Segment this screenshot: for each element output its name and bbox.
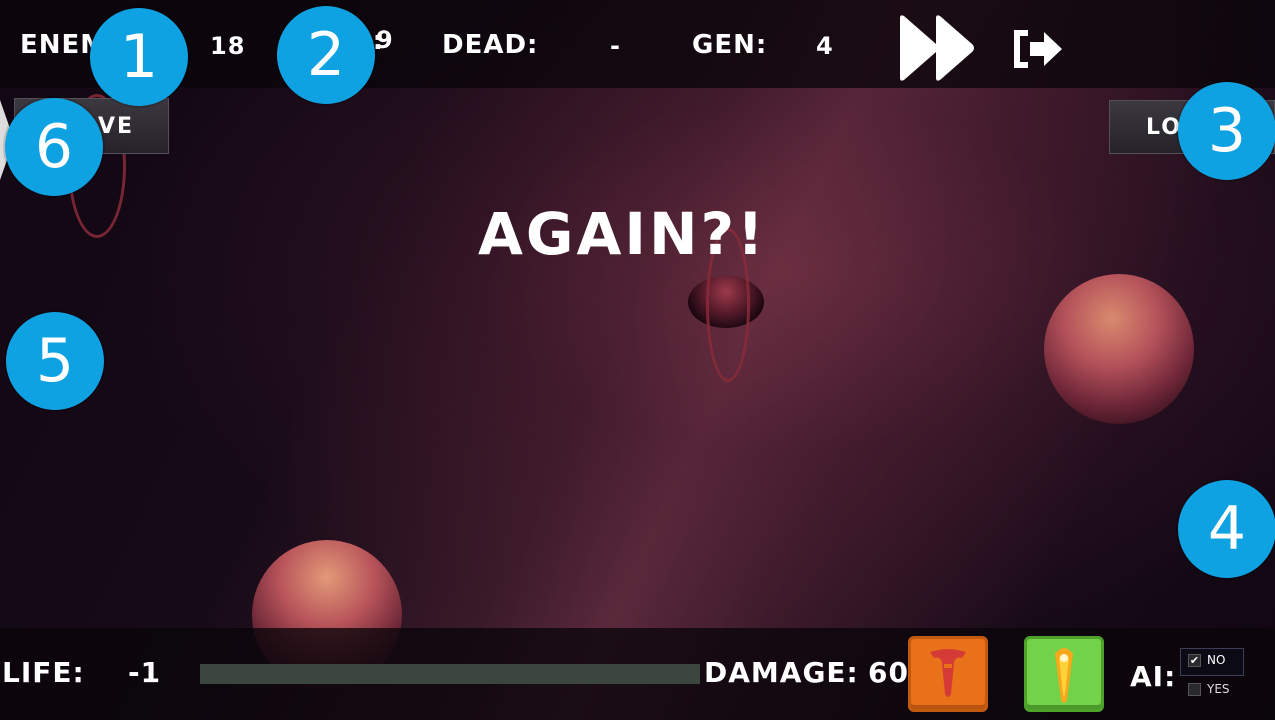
- gen-label: GEN:: [692, 30, 768, 60]
- checkbox-checked-icon[interactable]: ✔: [1188, 653, 1201, 667]
- damage-label: DAMAGE:: [704, 656, 859, 689]
- fang-icon: [930, 649, 966, 697]
- gen-value: 4: [816, 32, 834, 60]
- missile-item-button[interactable]: [1024, 636, 1104, 712]
- life-bar: [200, 664, 700, 684]
- tutorial-badge-2[interactable]: 2: [277, 6, 375, 104]
- ai-option-no-label: NO: [1207, 653, 1226, 667]
- exit-button[interactable]: [1010, 28, 1064, 70]
- enemies-value: 18: [210, 32, 246, 60]
- tutorial-badge-3[interactable]: 3: [1178, 82, 1275, 180]
- ai-option-no[interactable]: ✔ NO: [1188, 653, 1225, 667]
- tutorial-badge-5[interactable]: 5: [6, 312, 104, 410]
- game-stage[interactable]: ENEMIES: 18 KILLS: 9 DEAD: - GEN: 4 SAVE…: [0, 0, 1275, 720]
- tutorial-badge-4[interactable]: 4: [1178, 480, 1275, 578]
- planet-large-right: [1044, 274, 1194, 424]
- dead-label: DEAD:: [442, 30, 539, 60]
- tutorial-badge-6[interactable]: 6: [5, 98, 103, 196]
- exit-icon: [1014, 30, 1062, 68]
- fang-item-button[interactable]: [908, 636, 988, 712]
- tutorial-badge-1[interactable]: 1: [90, 8, 188, 106]
- again-message: AGAIN?!: [478, 200, 767, 268]
- dead-value: -: [610, 32, 621, 60]
- top-hud: [0, 0, 1275, 88]
- fast-forward-icon: [900, 15, 974, 81]
- missile-icon: [1055, 648, 1073, 703]
- kills-value: 9: [376, 26, 394, 54]
- ai-option-yes[interactable]: YES: [1188, 682, 1230, 696]
- life-label: LIFE:: [2, 656, 85, 689]
- fast-forward-button[interactable]: [898, 14, 978, 82]
- life-value: -1: [128, 656, 162, 689]
- ai-label: AI:: [1130, 660, 1177, 693]
- damage-value: 60: [868, 656, 909, 689]
- checkbox-unchecked-icon[interactable]: [1188, 682, 1201, 696]
- ai-option-yes-label: YES: [1207, 682, 1230, 696]
